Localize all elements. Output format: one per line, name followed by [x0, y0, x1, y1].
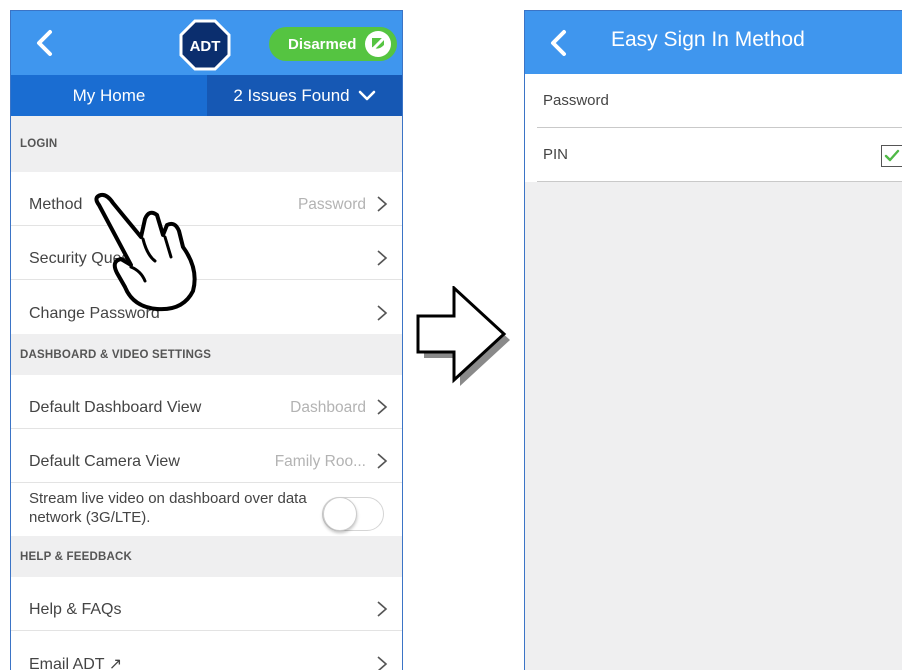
- row-value: Family Roo...: [274, 453, 366, 470]
- method-row[interactable]: Method Password: [11, 172, 402, 226]
- option-pin[interactable]: PIN: [537, 128, 902, 182]
- row-inset: [525, 74, 537, 182]
- toggle-knob: [323, 497, 357, 531]
- checkmark-icon: [881, 145, 902, 167]
- back-button[interactable]: [29, 25, 59, 61]
- chevron-right-icon: [377, 250, 388, 266]
- option-label: Password: [543, 92, 609, 109]
- home-subheader: My Home 2 Issues Found: [11, 75, 402, 116]
- row-label: Change Password: [29, 305, 160, 322]
- status-label: Disarmed: [288, 35, 357, 53]
- email-adt-row[interactable]: Email ADT ↗: [11, 631, 402, 670]
- row-label: Email ADT ↗: [29, 656, 123, 670]
- change-password-row[interactable]: Change Password: [11, 280, 402, 334]
- logo-text: ADT: [190, 38, 221, 55]
- row-label: Default Dashboard View: [29, 399, 202, 416]
- default-dashboard-view-row[interactable]: Default Dashboard View Dashboard: [11, 375, 402, 429]
- chevron-left-icon: [551, 30, 566, 56]
- stream-label: Stream live video on dashboard over data…: [29, 490, 307, 526]
- default-camera-view-row[interactable]: Default Camera View Family Roo...: [11, 429, 402, 483]
- back-button[interactable]: [543, 25, 573, 61]
- issues-label: 2 Issues Found: [233, 85, 350, 105]
- row-label: Method: [29, 196, 83, 213]
- section-header-login: LOGIN: [11, 116, 402, 172]
- chevron-right-icon: [377, 399, 388, 415]
- chevron-left-icon: [37, 30, 52, 56]
- chevron-right-icon: [377, 453, 388, 469]
- help-faqs-row[interactable]: Help & FAQs: [11, 577, 402, 631]
- option-password[interactable]: Password: [537, 74, 902, 128]
- chevron-down-icon: [358, 90, 375, 100]
- chevron-right-icon: [377, 305, 388, 321]
- chevron-right-icon: [377, 196, 388, 212]
- top-bar: Easy Sign In Method: [525, 11, 902, 74]
- section-header-help: HELP & FEEDBACK: [11, 536, 402, 577]
- row-value: Password: [297, 196, 366, 213]
- shield-icon: [365, 31, 391, 57]
- settings-screen: ADT Disarmed My Home 2 Issues Found LOGI…: [10, 10, 403, 670]
- adt-logo: ADT: [179, 19, 231, 71]
- stream-live-video-row: Stream live video on dashboard over data…: [11, 483, 402, 536]
- disarmed-status-button[interactable]: Disarmed: [269, 27, 397, 61]
- option-label: PIN: [543, 146, 569, 163]
- row-label: Security Questions: [29, 250, 164, 267]
- tab-my-home-label: My Home: [72, 85, 146, 105]
- chevron-right-icon: [377, 656, 388, 670]
- section-title: HELP & FEEDBACK: [20, 550, 133, 563]
- section-header-dashboard: DASHBOARD & VIDEO SETTINGS: [11, 334, 402, 375]
- page-title: Easy Sign In Method: [611, 28, 805, 51]
- chevron-right-icon: [377, 601, 388, 617]
- top-bar: ADT Disarmed: [11, 11, 402, 75]
- section-title: LOGIN: [20, 138, 58, 150]
- arrow-right-icon: [416, 286, 510, 386]
- tab-my-home[interactable]: My Home: [11, 75, 207, 116]
- easy-sign-in-screen: Easy Sign In Method Password PIN: [524, 10, 902, 670]
- stream-video-toggle[interactable]: [322, 497, 384, 531]
- issues-dropdown[interactable]: 2 Issues Found: [207, 75, 402, 116]
- section-title: DASHBOARD & VIDEO SETTINGS: [20, 348, 212, 361]
- security-questions-row[interactable]: Security Questions: [11, 226, 402, 280]
- row-label: Help & FAQs: [29, 601, 122, 618]
- row-label: Default Camera View: [29, 453, 180, 470]
- row-value: Dashboard: [290, 399, 366, 416]
